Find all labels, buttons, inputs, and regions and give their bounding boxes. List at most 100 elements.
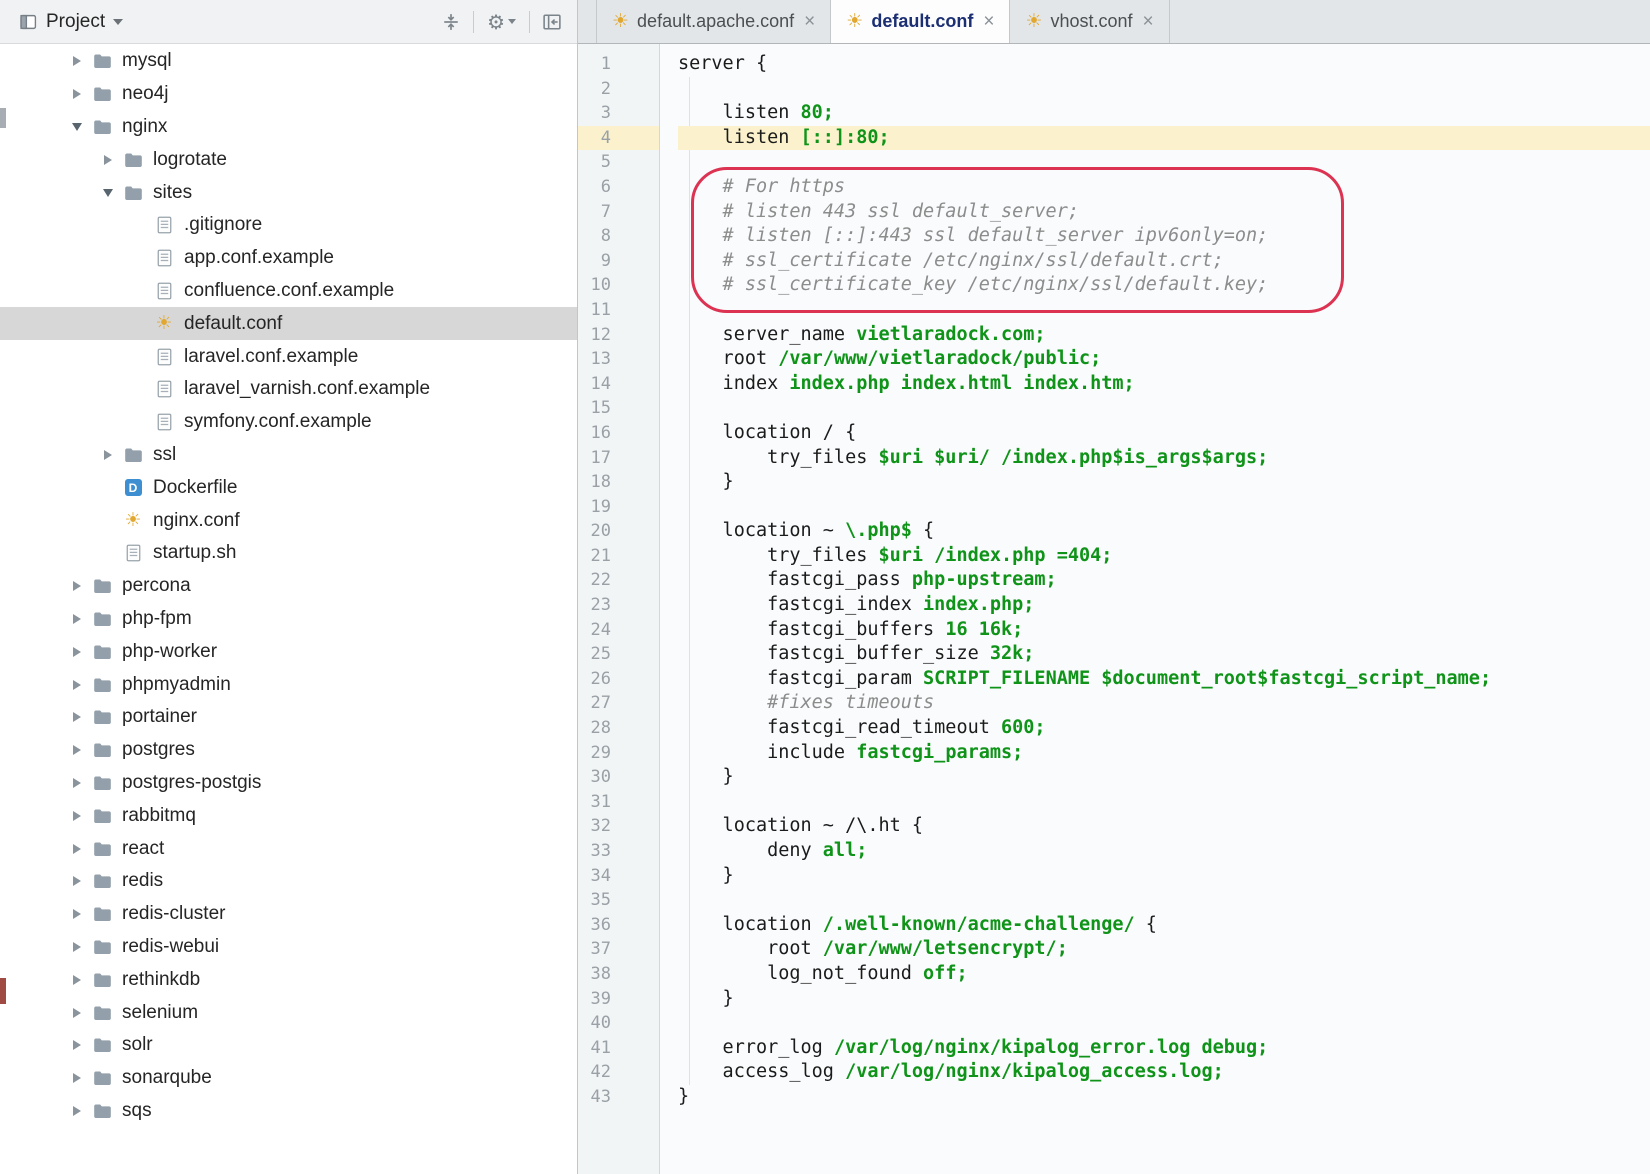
line-number[interactable]: 28 [578, 716, 659, 741]
tree-item-default.conf[interactable]: ☀default.conf [0, 307, 577, 340]
chevron-collapsed-icon[interactable] [64, 811, 90, 821]
line-number[interactable]: 13 [578, 347, 659, 372]
tree-item-laravel.conf.example[interactable]: laravel.conf.example [0, 340, 577, 373]
tab-vhost.conf[interactable]: ☀vhost.conf× [1010, 0, 1169, 43]
line-number[interactable]: 41 [578, 1036, 659, 1061]
tree-item-redis-cluster[interactable]: redis-cluster [0, 898, 577, 931]
tree-item-redis-webui[interactable]: redis-webui [0, 931, 577, 964]
code-line-14[interactable]: index index.php index.html index.htm; [678, 372, 1650, 397]
chevron-collapsed-icon[interactable] [64, 56, 90, 66]
tab-default.apache.conf[interactable]: ☀default.apache.conf× [596, 0, 831, 43]
code-line-10[interactable]: # ssl_certificate_key /etc/nginx/ssl/def… [678, 273, 1650, 298]
close-icon[interactable]: × [1143, 12, 1154, 31]
chevron-collapsed-icon[interactable] [64, 1073, 90, 1083]
line-number[interactable]: 3 [578, 101, 659, 126]
code-line-29[interactable]: include fastcgi_params; [678, 741, 1650, 766]
tree-item-solr[interactable]: solr [0, 1029, 577, 1062]
hide-panel-icon[interactable] [543, 14, 561, 30]
code-line-1[interactable]: server { [678, 52, 1650, 77]
line-number[interactable]: 1 [578, 52, 659, 77]
chevron-collapsed-icon[interactable] [64, 581, 90, 591]
line-number[interactable]: 36 [578, 913, 659, 938]
line-number[interactable]: 21 [578, 544, 659, 569]
line-number[interactable]: 25 [578, 642, 659, 667]
code-line-7[interactable]: # listen 443 ssl default_server; [678, 200, 1650, 225]
line-number[interactable]: 31 [578, 790, 659, 815]
line-number[interactable]: 8 [578, 224, 659, 249]
chevron-collapsed-icon[interactable] [95, 155, 121, 165]
line-number[interactable]: 35 [578, 888, 659, 913]
tree-item-sonarqube[interactable]: sonarqube [0, 1062, 577, 1095]
settings-gear-icon[interactable]: ⚙ [487, 12, 516, 32]
code-line-20[interactable]: location ~ \.php$ { [678, 519, 1650, 544]
code-editor[interactable]: server { listen 80; listen [::]:80; # Fo… [660, 44, 1650, 1174]
code-line-27[interactable]: #fixes timeouts [678, 691, 1650, 716]
code-line-2[interactable] [678, 77, 1650, 102]
line-number[interactable]: 9 [578, 249, 659, 274]
code-line-6[interactable]: # For https [678, 175, 1650, 200]
chevron-collapsed-icon[interactable] [64, 712, 90, 722]
line-number[interactable]: 23 [578, 593, 659, 618]
line-number[interactable]: 10 [578, 273, 659, 298]
code-line-11[interactable] [678, 298, 1650, 323]
tree-item-portainer[interactable]: portainer [0, 701, 577, 734]
tree-item-symfony.conf.example[interactable]: symfony.conf.example [0, 406, 577, 439]
code-line-35[interactable] [678, 888, 1650, 913]
code-line-25[interactable]: fastcgi_buffer_size 32k; [678, 642, 1650, 667]
code-line-15[interactable] [678, 396, 1650, 421]
line-number[interactable]: 39 [578, 987, 659, 1012]
tree-item-nginx.conf[interactable]: ☀nginx.conf [0, 504, 577, 537]
tree-item-mysql[interactable]: mysql [0, 45, 577, 78]
line-number[interactable]: 43 [578, 1085, 659, 1110]
line-number[interactable]: 29 [578, 741, 659, 766]
chevron-collapsed-icon[interactable] [64, 680, 90, 690]
tree-item-Dockerfile[interactable]: DDockerfile [0, 471, 577, 504]
chevron-collapsed-icon[interactable] [64, 647, 90, 657]
chevron-collapsed-icon[interactable] [64, 876, 90, 886]
chevron-collapsed-icon[interactable] [64, 745, 90, 755]
close-icon[interactable]: × [804, 12, 815, 31]
tree-item-logrotate[interactable]: logrotate [0, 143, 577, 176]
code-line-5[interactable] [678, 150, 1650, 175]
tree-item-selenium[interactable]: selenium [0, 996, 577, 1029]
code-line-28[interactable]: fastcgi_read_timeout 600; [678, 716, 1650, 741]
code-line-4[interactable]: listen [::]:80; [678, 126, 1650, 151]
chevron-collapsed-icon[interactable] [64, 942, 90, 952]
line-number[interactable]: 22 [578, 568, 659, 593]
code-line-19[interactable] [678, 495, 1650, 520]
tree-item-laravel_varnish.conf.example[interactable]: laravel_varnish.conf.example [0, 373, 577, 406]
code-line-16[interactable]: location / { [678, 421, 1650, 446]
line-number[interactable]: 38 [578, 962, 659, 987]
line-number[interactable]: 32 [578, 814, 659, 839]
code-line-34[interactable]: } [678, 864, 1650, 889]
line-number[interactable]: 2 [578, 77, 659, 102]
chevron-expanded-icon[interactable] [64, 123, 90, 131]
line-number[interactable]: 34 [578, 864, 659, 889]
tree-item-postgres-postgis[interactable]: postgres-postgis [0, 767, 577, 800]
code-line-43[interactable]: } [678, 1085, 1650, 1110]
line-number[interactable]: 26 [578, 667, 659, 692]
code-line-39[interactable]: } [678, 987, 1650, 1012]
code-line-3[interactable]: listen 80; [678, 101, 1650, 126]
code-line-40[interactable] [678, 1011, 1650, 1036]
code-line-41[interactable]: error_log /var/log/nginx/kipalog_error.l… [678, 1036, 1650, 1061]
tree-item-sqs[interactable]: sqs [0, 1095, 577, 1128]
code-line-38[interactable]: log_not_found off; [678, 962, 1650, 987]
line-number[interactable]: 7 [578, 200, 659, 225]
line-number[interactable]: 18 [578, 470, 659, 495]
line-number[interactable]: 5 [578, 150, 659, 175]
tree-item-postgres[interactable]: postgres [0, 734, 577, 767]
code-line-24[interactable]: fastcgi_buffers 16 16k; [678, 618, 1650, 643]
line-number[interactable]: 6 [578, 175, 659, 200]
code-line-42[interactable]: access_log /var/log/nginx/kipalog_access… [678, 1060, 1650, 1085]
scroll-from-source-icon[interactable] [442, 13, 460, 31]
line-number[interactable]: 42 [578, 1060, 659, 1085]
tree-item-ssl[interactable]: ssl [0, 439, 577, 472]
line-number[interactable]: 33 [578, 839, 659, 864]
tool-stripe-mark-red[interactable] [0, 978, 6, 1004]
line-number[interactable]: 20 [578, 519, 659, 544]
chevron-collapsed-icon[interactable] [64, 614, 90, 624]
code-line-30[interactable]: } [678, 765, 1650, 790]
line-number[interactable]: 12 [578, 323, 659, 348]
line-number[interactable]: 19 [578, 495, 659, 520]
